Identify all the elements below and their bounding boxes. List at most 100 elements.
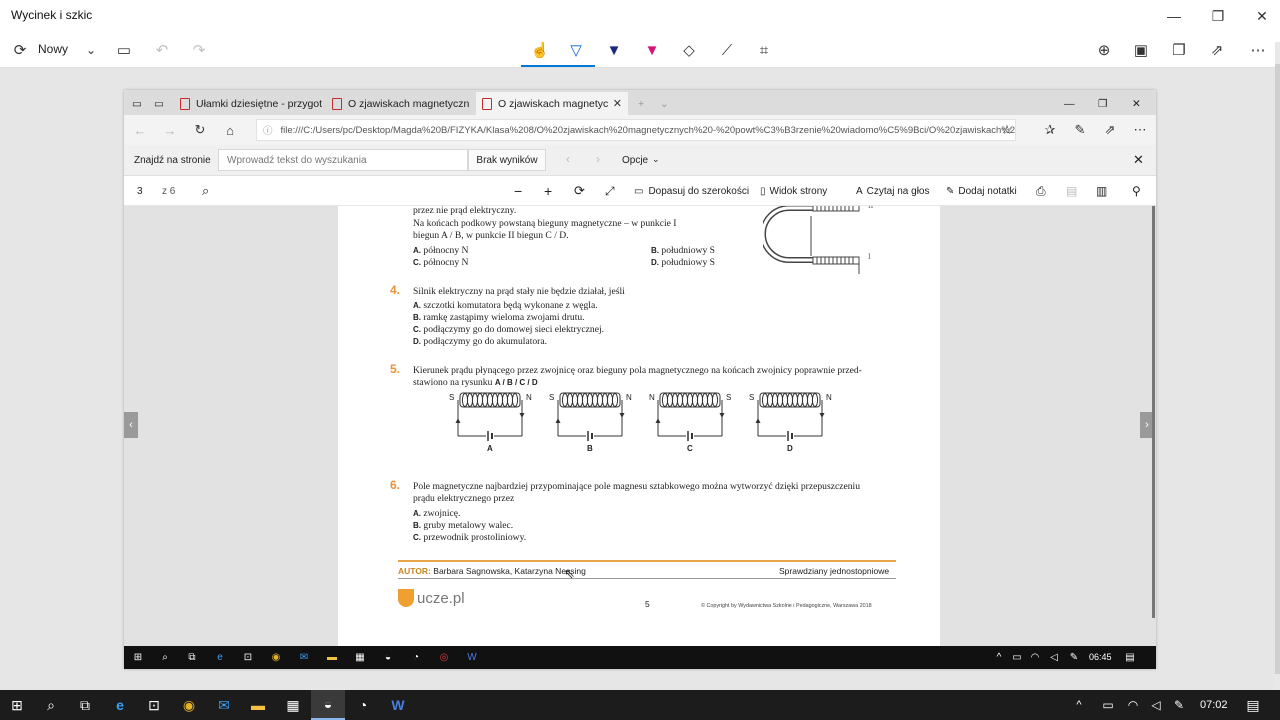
close-button[interactable]: ✕	[1240, 0, 1280, 32]
more-options-icon[interactable]: ⋯	[1244, 36, 1272, 64]
options-chevron-icon[interactable]: ⌄	[652, 154, 660, 165]
share-icon[interactable]: ⇗	[1096, 115, 1124, 145]
pen-icon[interactable]: ✎	[1061, 646, 1087, 669]
find-previous-icon[interactable]: ‹	[566, 152, 570, 166]
redo-icon[interactable]: ↷	[185, 36, 213, 64]
share-icon[interactable]: ⇗	[1203, 36, 1231, 64]
mail-icon[interactable]: ✉	[207, 690, 241, 720]
pin-toolbar-icon[interactable]: ⚲	[1132, 176, 1141, 206]
find-options-label[interactable]: Opcje	[622, 155, 648, 166]
paint-icon[interactable]: ◔	[346, 690, 380, 720]
search-icon[interactable]: ⌕	[152, 646, 178, 669]
search-icon[interactable]: ⌕	[34, 690, 68, 720]
address-bar[interactable]: ⓘ file:///C:/Users/pc/Desktop/Magda%20B/…	[256, 119, 1016, 141]
find-next-icon[interactable]: ›	[596, 152, 600, 166]
settings-more-icon[interactable]: ⋯	[1126, 115, 1154, 145]
tab-zjawiska-2[interactable]: O zjawiskach magnetyc ✕	[476, 92, 628, 115]
clock[interactable]: 07:02	[1200, 699, 1228, 711]
viewer-scrollbar[interactable]	[1152, 206, 1155, 618]
eraser-icon[interactable]: ◇	[675, 36, 703, 64]
previous-page-arrow[interactable]: ‹	[124, 412, 138, 438]
save-as-icon[interactable]: ▥	[1096, 176, 1107, 206]
tab-zjawiska-1[interactable]: O zjawiskach magnetyczn	[326, 92, 474, 115]
scrollbar-thumb[interactable]	[1275, 64, 1280, 674]
page-view-button[interactable]: ▯ Widok strony	[760, 176, 827, 206]
volume-icon[interactable]: ◁	[1145, 690, 1167, 720]
tray-chevron-icon[interactable]: ^	[1069, 690, 1089, 720]
add-notes-button[interactable]: ✎ Dodaj notatki	[946, 176, 1017, 206]
word-icon[interactable]: W	[381, 690, 415, 720]
canvas-scrollbar[interactable]	[1275, 42, 1280, 690]
search-icon[interactable]: ⌕	[202, 176, 209, 206]
store-icon[interactable]: ⊡	[235, 646, 261, 669]
open-folder-icon[interactable]: ▭	[110, 36, 138, 64]
minimize-button[interactable]: —	[1152, 0, 1196, 32]
new-snip-icon[interactable]: ⟳	[6, 36, 34, 64]
set-aside-tabs-icon[interactable]: ▭	[148, 92, 172, 115]
save-icon[interactable]: ▤	[1066, 176, 1077, 206]
fit-width-button[interactable]: ▭ Dopasuj do szerokości	[634, 176, 749, 206]
snip-sketch-icon[interactable]: ◒	[311, 690, 345, 720]
action-center-icon[interactable]: ▤	[1236, 690, 1270, 720]
copy-icon[interactable]: ❐	[1165, 36, 1193, 64]
snip-sketch-icon[interactable]: ◒	[375, 646, 401, 669]
pen-icon[interactable]: ✎	[1168, 690, 1190, 720]
forward-icon[interactable]: →	[156, 115, 184, 145]
pencil-icon[interactable]: ▼	[600, 36, 628, 64]
find-input[interactable]: Wprowadź tekst do wyszukania	[218, 149, 468, 171]
tab-ulamki[interactable]: Ułamki dziesiętne - przygot	[174, 92, 324, 115]
file-explorer-icon[interactable]: ▬	[241, 690, 275, 720]
browser-close-button[interactable]: ✕	[1126, 92, 1150, 115]
chrome-icon[interactable]: ◉	[263, 646, 289, 669]
page-number-field[interactable]: 3	[137, 176, 143, 206]
chrome-icon[interactable]: ◉	[172, 690, 206, 720]
back-icon[interactable]: ←	[126, 115, 154, 145]
ballpoint-pen-icon[interactable]: ▽	[562, 36, 590, 64]
read-aloud-button[interactable]: A Czytaj na głos	[856, 176, 929, 206]
edge-icon[interactable]: e	[103, 690, 137, 720]
zoom-out-icon[interactable]: −	[514, 176, 522, 206]
rotate-icon[interactable]: ⟳	[574, 176, 585, 206]
calculator-icon[interactable]: ▦	[276, 690, 310, 720]
close-find-icon[interactable]: ✕	[1133, 152, 1144, 168]
save-icon[interactable]: ▣	[1127, 36, 1155, 64]
zoom-in-icon[interactable]: ⊕	[1090, 36, 1118, 64]
restore-button[interactable]: ❐	[1196, 0, 1240, 32]
refresh-icon[interactable]: ↻	[186, 115, 214, 145]
calculator-icon[interactable]: ▦	[347, 646, 373, 669]
favorite-star-icon[interactable]: ☆	[993, 115, 1021, 145]
tab-list-chevron-icon[interactable]: ⌄	[654, 92, 672, 115]
crop-icon[interactable]: ⌗	[750, 36, 778, 64]
ruler-icon[interactable]: ⟋	[713, 36, 741, 64]
tab-preview-icon[interactable]: ▭	[126, 92, 148, 115]
zoom-in-icon[interactable]: +	[544, 176, 552, 206]
paint-icon[interactable]: ◔	[403, 646, 429, 669]
new-tab-icon[interactable]: +	[632, 92, 650, 115]
home-icon[interactable]: ⌂	[216, 115, 244, 145]
start-icon[interactable]: ⊞	[0, 690, 34, 720]
browser-minimize-button[interactable]: —	[1058, 92, 1082, 115]
clock[interactable]: 06:45	[1089, 652, 1112, 662]
chevron-down-icon[interactable]: ⌄	[77, 36, 105, 64]
task-view-icon[interactable]: ⧉	[179, 646, 205, 669]
close-tab-icon[interactable]: ✕	[613, 97, 622, 110]
store-icon[interactable]: ⊡	[137, 690, 171, 720]
web-note-icon[interactable]: ✎	[1066, 115, 1094, 145]
edge-icon[interactable]: e	[207, 646, 233, 669]
favorites-hub-icon[interactable]: ✰	[1036, 115, 1064, 145]
touch-writing-icon[interactable]: ☝	[526, 36, 554, 64]
action-center-icon[interactable]: ▤	[1117, 646, 1143, 669]
wifi-icon[interactable]: ◠	[1122, 690, 1144, 720]
mail-icon[interactable]: ✉	[291, 646, 317, 669]
file-explorer-icon[interactable]: ▬	[319, 646, 345, 669]
task-view-icon[interactable]: ⧉	[68, 690, 102, 720]
highlighter-icon[interactable]: ▼	[638, 36, 666, 64]
battery-icon[interactable]: ▭	[1097, 690, 1119, 720]
recorder-icon[interactable]: ◎	[431, 646, 457, 669]
print-icon[interactable]: ⎙	[1036, 176, 1046, 206]
word-icon[interactable]: W	[459, 646, 485, 669]
browser-restore-button[interactable]: ❐	[1092, 92, 1116, 115]
new-button-label[interactable]: Nowy	[38, 42, 68, 56]
start-icon[interactable]: ⊞	[125, 646, 151, 669]
undo-icon[interactable]: ↶	[148, 36, 176, 64]
